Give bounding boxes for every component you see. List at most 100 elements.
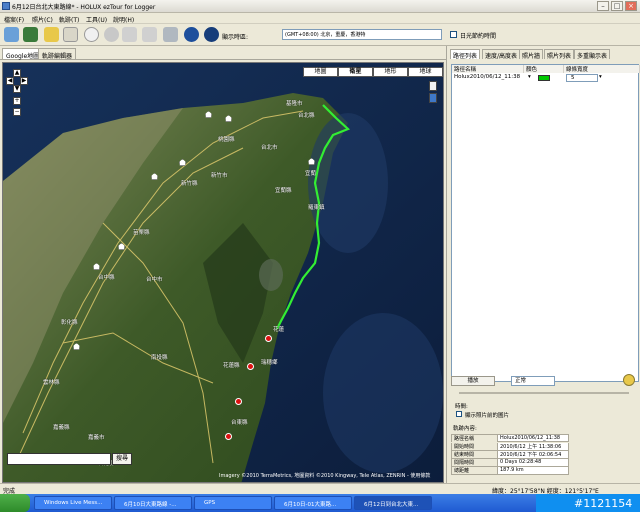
info-key: 間隔時間: [452, 459, 498, 466]
show-photo-label: 顯示照片前的圖片: [465, 413, 510, 419]
dst-label: 日光節約時間: [460, 33, 497, 40]
menu-bar: 檔案(F) 照片(C) 軌跡(T) 工具(U) 說明(H): [0, 13, 640, 24]
show-photo-checkbox[interactable]: [456, 411, 462, 417]
maptype-map[interactable]: 地圖: [303, 67, 338, 77]
taskbar-item[interactable]: 6月10日-01大東路...: [274, 496, 352, 510]
color-dropdown-icon[interactable]: ▾: [528, 74, 531, 80]
map-pin[interactable]: [247, 363, 254, 370]
map-imagery: [3, 63, 443, 482]
zoom-in-icon[interactable]: +: [13, 97, 21, 105]
tab-photo-list[interactable]: 照片列表: [544, 49, 575, 60]
menu-help[interactable]: 說明(H): [113, 15, 134, 24]
photo-icon[interactable]: [63, 27, 78, 42]
track-line-width[interactable]: 5: [566, 74, 598, 82]
locr-icon[interactable]: [142, 27, 157, 42]
minimize-button[interactable]: –: [597, 1, 609, 11]
streetview-icon[interactable]: [429, 81, 437, 91]
timezone-select[interactable]: (GMT+08:00) 北京，重慶，香港特: [282, 29, 442, 40]
menu-tools[interactable]: 工具(U): [86, 15, 107, 24]
map-pin[interactable]: [225, 433, 232, 440]
info-row: 路徑名稱 Holux2010/06/12_11:38: [451, 434, 569, 442]
watermark: #1121154: [574, 497, 633, 510]
menu-file[interactable]: 檔案(F): [4, 15, 24, 24]
col-header-name: 路徑名稱: [452, 65, 524, 73]
window-title: 6月12日台北大東路線* - HOLUX ezTour for Logger: [12, 4, 156, 11]
playback-options-icon[interactable]: [623, 374, 635, 386]
info-row: 結束時間 2010/6/12 下午 02:06:54: [451, 451, 569, 459]
map-pin[interactable]: [265, 335, 272, 342]
tab-speed-altitude[interactable]: 速度/高度表: [482, 49, 521, 60]
pan-up-icon[interactable]: ▲: [13, 69, 21, 77]
map-label-taipei-county: 台北縣: [298, 113, 315, 119]
map-label-keelung: 基隆市: [286, 101, 303, 107]
info-value: 0 Days 02:28:48: [500, 459, 542, 465]
maptype-satellite[interactable]: 衛星: [338, 67, 373, 77]
width-dropdown-icon[interactable]: ▾: [599, 74, 602, 80]
map-search-input[interactable]: [7, 453, 111, 465]
taskbar: Windows Live Mess... 6月10日大東路線 -... GPS …: [0, 494, 640, 512]
map-label-yilan-county: 宜蘭縣: [275, 188, 292, 194]
maptype-terrain[interactable]: 地形: [373, 67, 408, 77]
playback-speed-select[interactable]: 正常: [511, 376, 555, 386]
tab-photo-wall[interactable]: 照片牆: [519, 49, 544, 60]
taskbar-item[interactable]: GPS: [194, 496, 272, 510]
maptype-earth[interactable]: 地球: [408, 67, 443, 77]
tab-track-editor[interactable]: 軌跡編輯器: [38, 48, 77, 60]
map-label-hualien-county: 花蓮縣: [223, 363, 240, 369]
earth2-icon[interactable]: [204, 27, 219, 42]
earth-icon[interactable]: [184, 27, 199, 42]
taskbar-item[interactable]: Windows Live Mess...: [34, 496, 112, 510]
info-row: 總距離 187.9 km: [451, 467, 569, 475]
map-label-taichung-city: 台中市: [146, 277, 163, 283]
zoom-out-icon[interactable]: −: [13, 108, 21, 116]
title-bar: 6月12日台北大東路線* - HOLUX ezTour for Logger –…: [0, 0, 640, 13]
playback-slider[interactable]: [459, 392, 629, 394]
info-key: 總距離: [452, 467, 498, 474]
maximize-button[interactable]: □: [611, 1, 623, 11]
map-search-button[interactable]: 搜尋: [112, 453, 132, 465]
tab-track-list[interactable]: 路徑列表: [450, 49, 481, 60]
map-label-chiayi-county: 嘉義縣: [53, 425, 70, 431]
status-bar: 完成 緯度：25°17'58"N 經度：121°5'17"E: [0, 483, 640, 495]
track-color-swatch[interactable]: [538, 75, 550, 81]
open-icon[interactable]: [4, 27, 19, 42]
play-button[interactable]: 播放: [451, 376, 495, 386]
globe-icon[interactable]: [104, 27, 119, 42]
map-label-hsinchu-county: 新竹縣: [181, 181, 198, 187]
pan-down-icon[interactable]: ▼: [13, 85, 21, 93]
col-header-color: 顏色: [524, 65, 564, 73]
map-tabs: Google地圖 軌跡編輯器: [0, 46, 446, 60]
pan-right-icon[interactable]: ▶: [20, 77, 28, 85]
save-icon[interactable]: [23, 27, 38, 42]
map-label-taichung-county: 台中縣: [98, 275, 115, 281]
info-key: 結束時間: [452, 451, 498, 458]
info-key: 開始時間: [452, 443, 498, 450]
map-label-changhua: 彰化縣: [61, 320, 78, 326]
satellite-map[interactable]: 地圖 衛星 地形 地球 ▲ ◀ ▶ ▼ + − 基隆市 台北縣 台北市 桃園縣 …: [2, 62, 444, 483]
map-pin[interactable]: [235, 398, 242, 405]
location-icon[interactable]: [429, 93, 437, 103]
toolbar: 顯示時區: (GMT+08:00) 北京，重慶，香港特 日光節約時間: [0, 24, 640, 46]
blog-icon[interactable]: [163, 27, 178, 42]
track-row-name[interactable]: Holux2010/06/12_11:38: [454, 74, 520, 83]
tab-multi-view[interactable]: 多重顯示表: [574, 49, 611, 60]
col-header-width: 線條寬度: [564, 65, 640, 73]
time-label: 時間:: [455, 404, 468, 410]
close-button[interactable]: ×: [625, 1, 637, 11]
map-label-yilan: 宜蘭: [305, 171, 317, 177]
info-value: 187.9 km: [500, 467, 524, 473]
info-value: 2010/6/12 上午 11:38:06: [500, 444, 562, 450]
folder-icon[interactable]: [44, 27, 59, 42]
right-panel: 路徑列表 速度/高度表 照片牆 照片列表 多重顯示表 路徑名稱 顏色 線條寬度 …: [446, 46, 640, 483]
dst-checkbox[interactable]: [450, 31, 457, 38]
taskbar-item[interactable]: 6月10日大東路線 -...: [114, 496, 192, 510]
flickr-icon[interactable]: [122, 27, 137, 42]
menu-track[interactable]: 軌跡(T): [59, 15, 79, 24]
clock-icon[interactable]: [84, 27, 99, 42]
start-button[interactable]: [0, 494, 30, 512]
pan-left-icon[interactable]: ◀: [6, 77, 14, 85]
map-label-chiayi-city: 嘉義市: [88, 435, 105, 441]
menu-photo[interactable]: 照片(C): [32, 15, 53, 24]
taskbar-item[interactable]: 6月12日到台北大東...: [354, 496, 432, 510]
tab-google-map[interactable]: Google地圖: [2, 48, 44, 60]
